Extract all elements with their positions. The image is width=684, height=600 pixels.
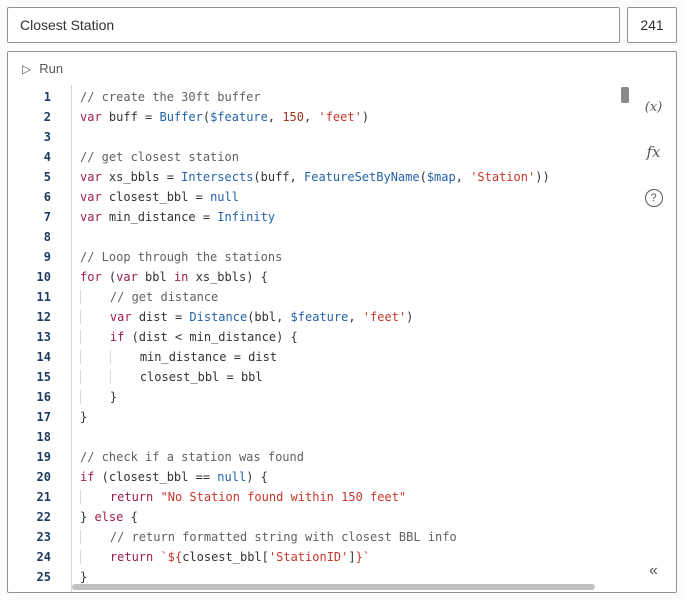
functions-button[interactable]: fx: [646, 143, 660, 161]
expression-editor-panel: ▷ Run 1 2 3 4 5 6 7 8 9 10 11 12 13 14 15 16 17 18 19 20 21 2…: [7, 51, 677, 593]
functions-icon: fx: [646, 143, 661, 161]
globals-button[interactable]: (x): [645, 99, 662, 115]
code-line: }: [80, 410, 88, 424]
line-number: 6: [43, 190, 51, 204]
code-content[interactable]: // create the 30ft buffer var buff = Buff…: [72, 85, 619, 592]
help-icon: ?: [644, 189, 663, 207]
run-toolbar: ▷ Run: [8, 52, 676, 85]
character-count-badge: 241: [627, 7, 677, 43]
code-line: for (var bbl in xs_bbls) {: [80, 270, 268, 284]
line-number: 10: [36, 270, 51, 284]
code-line: var dist = Distance(bbl, $feature, 'feet…: [80, 307, 619, 327]
line-number: 1: [43, 90, 51, 104]
code-line: // check if a station was found: [80, 450, 304, 464]
run-play-icon: ▷: [22, 61, 32, 76]
code-line: return `${closest_bbl['StationID']}`: [80, 547, 619, 567]
run-button[interactable]: ▷ Run: [22, 61, 63, 76]
line-number: 24: [36, 550, 51, 564]
code-line: // return formatted string with closest …: [80, 527, 619, 547]
indent-guide: [80, 290, 110, 304]
line-number: 16: [36, 390, 51, 404]
line-number: 11: [36, 290, 51, 304]
code-line: // create the 30ft buffer: [80, 90, 261, 104]
indent-guide: [109, 350, 140, 364]
line-number: 2: [43, 110, 51, 124]
line-number: 19: [36, 450, 51, 464]
code-line: }: [80, 387, 619, 407]
line-number: 7: [43, 210, 51, 224]
code-line: if (dist < min_distance) {: [80, 327, 619, 347]
line-number: 21: [36, 490, 51, 504]
line-number: 15: [36, 370, 51, 384]
vertical-scrollbar-thumb[interactable]: [621, 87, 629, 103]
title-row: 241: [7, 7, 677, 43]
collapse-chevrons-icon: «: [649, 562, 658, 579]
line-number: 23: [36, 530, 51, 544]
line-number: 18: [36, 430, 51, 444]
collapse-panel-button[interactable]: «: [649, 562, 658, 580]
indent-guide: [80, 530, 110, 544]
line-number: 5: [43, 170, 51, 184]
code-line: closest_bbl = bbl: [80, 367, 619, 387]
code-line: return "No Station found within 150 feet…: [80, 487, 619, 507]
vertical-scrollbar[interactable]: [619, 85, 631, 592]
code-line: var xs_bbls = Intersects(buff, FeatureSe…: [80, 170, 550, 184]
code-line: if (closest_bbl == null) {: [80, 470, 268, 484]
line-number: 12: [36, 310, 51, 324]
code-line: var buff = Buffer($feature, 150, 'feet'): [80, 110, 370, 124]
horizontal-scrollbar-thumb[interactable]: [72, 584, 596, 590]
line-number: 22: [36, 510, 51, 524]
line-number: 13: [36, 330, 51, 344]
indent-guide: [80, 330, 110, 344]
code-line: var closest_bbl = null: [80, 190, 239, 204]
line-number-gutter: 1 2 3 4 5 6 7 8 9 10 11 12 13 14 15 16 17 18 19 20 21 22 23 24 2…: [8, 85, 72, 592]
line-number: 20: [36, 470, 51, 484]
indent-guide: [109, 370, 140, 384]
indent-guide: [80, 390, 110, 404]
arcade-expression-editor: 241 ▷ Run 123456789101112131415161718192…: [0, 0, 684, 600]
expression-title-input[interactable]: [7, 7, 620, 43]
line-number: 8: [43, 230, 51, 244]
code-line: // get closest station: [80, 150, 239, 164]
indent-guide: [80, 490, 110, 504]
run-button-label: Run: [39, 61, 64, 76]
line-number: 17: [36, 410, 51, 424]
globals-icon: (x): [644, 100, 663, 115]
code-line: var min_distance = Infinity: [80, 210, 276, 224]
code-line: } else {: [80, 510, 138, 524]
indent-guide: [80, 370, 110, 384]
horizontal-scrollbar[interactable]: [72, 583, 617, 591]
code-line: // Loop through the stations: [80, 250, 283, 264]
code-line: min_distance = dist: [80, 347, 619, 367]
line-number: 14: [36, 350, 51, 364]
indent-guide: [80, 350, 110, 364]
line-number: 3: [43, 130, 51, 144]
line-number: 25: [36, 570, 51, 584]
line-number: 9: [43, 250, 51, 264]
help-button[interactable]: ?: [644, 189, 663, 207]
line-number: 4: [43, 150, 51, 164]
code-editor-region: 1 2 3 4 5 6 7 8 9 10 11 12 13 14 15 16 17 18 19 20 21 22 23 24 2…: [8, 85, 676, 592]
indent-guide: [80, 550, 110, 564]
editor-sidebar: (x) fx ? «: [631, 85, 676, 592]
indent-guide: [80, 310, 110, 324]
code-line: // get distance: [80, 287, 619, 307]
